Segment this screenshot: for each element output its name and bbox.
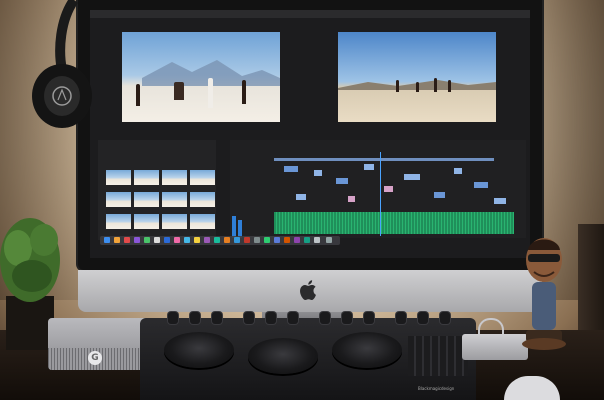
dock-app-icon <box>274 237 280 243</box>
project-panel <box>98 140 216 240</box>
timeline-playhead <box>380 152 381 236</box>
clip-thumb <box>106 170 131 185</box>
control-knob <box>266 312 276 324</box>
control-knob <box>288 312 298 324</box>
dock-app-icon <box>224 237 230 243</box>
clip-thumb <box>190 214 215 229</box>
program-monitor-video <box>338 32 496 122</box>
timeline-clip <box>454 168 462 174</box>
band-member-3 <box>208 78 213 108</box>
timeline-clip <box>296 194 306 200</box>
dock-app-icon <box>164 237 170 243</box>
clip-thumb <box>134 214 159 229</box>
dock-app-icon <box>304 237 310 243</box>
bobblehead-figure <box>522 238 566 350</box>
headphones <box>32 0 92 128</box>
g-logo-icon: G <box>88 351 102 365</box>
timeline-clip <box>474 182 488 188</box>
audio-waveform-track <box>274 212 514 234</box>
dock-app-icon <box>104 237 110 243</box>
dock-app-icon <box>124 237 130 243</box>
trackball-gain <box>332 332 402 368</box>
source-monitor-video <box>122 32 280 122</box>
timeline-clip <box>348 196 355 202</box>
dock-app-icon <box>174 237 180 243</box>
desk-scene: G Blackmagicdesign <box>0 0 604 400</box>
dock-app-icon <box>114 237 120 243</box>
console-keypad <box>408 336 468 376</box>
control-knob <box>364 312 374 324</box>
desert-horizon <box>338 80 496 90</box>
control-knob <box>212 312 222 324</box>
timeline-clip <box>494 198 506 204</box>
meter-left <box>232 216 236 238</box>
editing-software-screen <box>90 10 530 258</box>
clip-thumb <box>106 192 131 207</box>
band-member-2 <box>174 82 184 100</box>
control-knob <box>190 312 200 324</box>
dock-app-icon <box>264 237 270 243</box>
band-wide-2 <box>416 82 419 92</box>
dock-app-icon <box>144 237 150 243</box>
audio-meters <box>230 210 244 238</box>
band-wide-1 <box>396 80 399 92</box>
control-knob <box>396 312 406 324</box>
band-member-4 <box>242 80 246 104</box>
timeline-panel <box>230 140 526 238</box>
timeline-clip <box>314 170 322 176</box>
dock-app-icon <box>134 237 140 243</box>
control-knob <box>418 312 428 324</box>
clip-thumb <box>190 170 215 185</box>
clip-thumb <box>162 170 187 185</box>
timeline-clip <box>364 164 374 170</box>
dock-app-icon <box>244 237 250 243</box>
apple-icon <box>300 280 316 301</box>
timeline-clip <box>336 178 348 184</box>
clip-thumb <box>106 214 131 229</box>
timeline-clip <box>284 166 298 172</box>
trackball-lift <box>164 332 234 368</box>
dock-app-icon <box>254 237 260 243</box>
band-wide-4 <box>448 80 451 92</box>
control-knob <box>342 312 352 324</box>
speaker-right <box>578 224 604 344</box>
timeline-clip <box>434 192 445 198</box>
timeline-clip <box>384 186 393 192</box>
dock-app-icon <box>154 237 160 243</box>
dock-app-icon <box>314 237 320 243</box>
control-knob <box>320 312 330 324</box>
console-brand-label: Blackmagicdesign <box>418 386 455 391</box>
clip-thumb <box>162 214 187 229</box>
clip-thumb <box>134 170 159 185</box>
trackball-gamma <box>248 338 318 374</box>
dock-app-icon <box>204 237 210 243</box>
video-tracks <box>274 158 514 204</box>
macos-dock <box>100 236 340 245</box>
dock-app-icon <box>214 237 220 243</box>
control-knob <box>440 312 450 324</box>
control-knob <box>168 312 178 324</box>
dock-app-icon <box>294 237 300 243</box>
clip-thumb <box>162 192 187 207</box>
timeline-clip <box>404 174 420 180</box>
clip-thumb <box>134 192 159 207</box>
salt-flat-mountains <box>142 60 280 86</box>
menu-bar <box>90 10 530 18</box>
band-member-1 <box>136 84 140 106</box>
timeline-clip <box>274 158 494 161</box>
dock-app-icon <box>284 237 290 243</box>
clip-thumb <box>190 192 215 207</box>
dock-app-icon <box>234 237 240 243</box>
dock-app-icon <box>184 237 190 243</box>
card-reader <box>462 334 528 360</box>
dock-app-icon <box>326 237 332 243</box>
dock-app-icon <box>194 237 200 243</box>
band-wide-3 <box>434 78 437 92</box>
control-knob <box>244 312 254 324</box>
